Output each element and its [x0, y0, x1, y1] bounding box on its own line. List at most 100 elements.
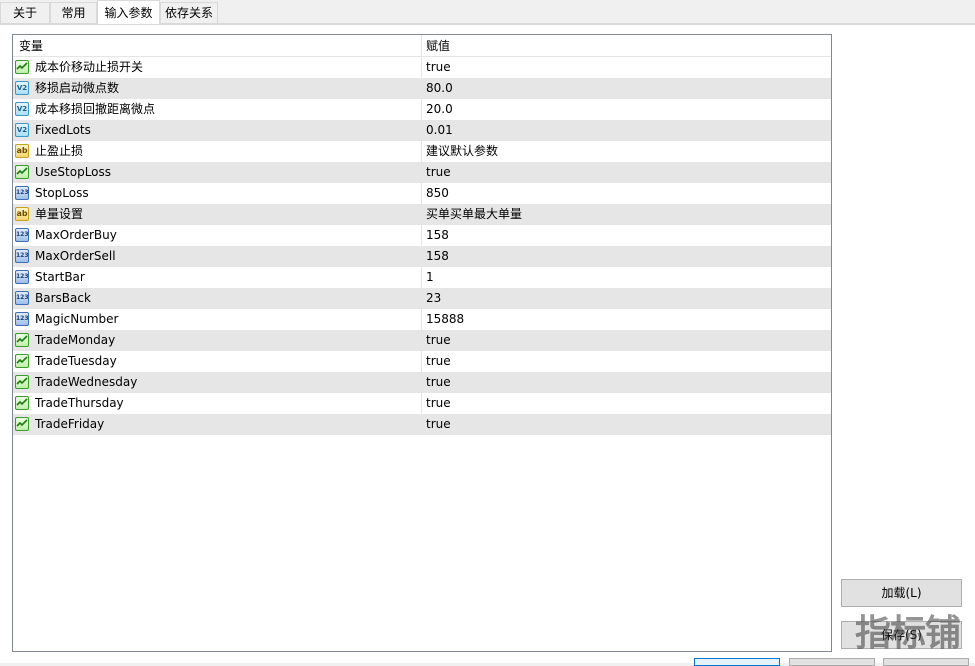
load-button[interactable]: 加载(L) [841, 579, 962, 607]
table-header: 变量 赋值 [13, 35, 831, 57]
int-type-icon: 123 [15, 249, 29, 263]
table-row[interactable]: 123 StopLoss 850 [13, 183, 831, 204]
tab-common[interactable]: 常用 [50, 2, 97, 23]
bool-type-icon [15, 165, 29, 179]
table-row[interactable]: ab 止盈止损 建议默认参数 [13, 141, 831, 162]
variable-cell: TradeWednesday [13, 372, 422, 393]
int-type-icon: 123 [15, 291, 29, 305]
double-type-icon: V2 [15, 123, 29, 137]
table-row[interactable]: ab 单量设置 买单买单最大单量 [13, 204, 831, 225]
variable-name: 单量设置 [35, 207, 84, 221]
value-cell[interactable]: 80.0 [426, 78, 453, 99]
value-cell[interactable]: true [426, 330, 451, 351]
table-row[interactable]: TradeFriday true [13, 414, 831, 435]
variable-name: BarsBack [35, 291, 91, 305]
variable-cell: ab 单量设置 [13, 204, 422, 225]
variable-name: StartBar [35, 270, 85, 284]
value-cell[interactable]: 0.01 [426, 120, 453, 141]
table-row[interactable]: TradeThursday true [13, 393, 831, 414]
column-header-value[interactable]: 赋值 [422, 35, 831, 56]
variable-name: StopLoss [35, 186, 89, 200]
variable-name: TradeThursday [35, 396, 124, 410]
variable-cell: V2 成本移损回撤距离微点 [13, 99, 422, 120]
column-header-variable[interactable]: 变量 [13, 35, 422, 56]
value-cell[interactable]: true [426, 393, 451, 414]
ok-button[interactable] [694, 658, 780, 666]
table-row[interactable]: V2 移损启动微点数 80.0 [13, 78, 831, 99]
variable-cell: V2 FixedLots [13, 120, 422, 141]
variable-cell: 成本价移动止损开关 [13, 57, 422, 78]
value-cell[interactable]: 850 [426, 183, 449, 204]
variable-cell: UseStopLoss [13, 162, 422, 183]
tab-dependencies[interactable]: 依存关系 [160, 2, 218, 23]
variable-name: 成本价移动止损开关 [35, 60, 144, 74]
variable-cell: TradeFriday [13, 414, 422, 435]
value-cell[interactable]: true [426, 162, 451, 183]
table-row[interactable]: 123 BarsBack 23 [13, 288, 831, 309]
variable-cell: TradeTuesday [13, 351, 422, 372]
tab-about[interactable]: 关于 [0, 2, 50, 23]
variable-name: TradeFriday [35, 417, 105, 431]
variable-name: MaxOrderSell [35, 249, 116, 263]
value-cell[interactable]: 158 [426, 225, 449, 246]
save-button[interactable]: 保存(S) [841, 621, 962, 649]
variable-cell: 123 BarsBack [13, 288, 422, 309]
string-type-icon: ab [15, 207, 29, 221]
variable-name: TradeWednesday [35, 375, 138, 389]
bool-type-icon [15, 333, 29, 347]
variable-cell: TradeMonday [13, 330, 422, 351]
table-row[interactable]: UseStopLoss true [13, 162, 831, 183]
variable-cell: V2 移损启动微点数 [13, 78, 422, 99]
value-cell[interactable]: 158 [426, 246, 449, 267]
value-cell[interactable]: 15888 [426, 309, 464, 330]
table-row[interactable]: 成本价移动止损开关 true [13, 57, 831, 78]
bool-type-icon [15, 375, 29, 389]
value-cell[interactable]: true [426, 351, 451, 372]
variable-cell: 123 MagicNumber [13, 309, 422, 330]
variable-name: 移损启动微点数 [35, 81, 120, 95]
value-cell[interactable]: 建议默认参数 [426, 141, 498, 162]
variable-cell: ab 止盈止损 [13, 141, 422, 162]
variable-cell: 123 StartBar [13, 267, 422, 288]
table-row[interactable]: 123 MaxOrderSell 158 [13, 246, 831, 267]
variable-name: TradeTuesday [35, 354, 117, 368]
table-row[interactable]: 123 MaxOrderBuy 158 [13, 225, 831, 246]
tab-inputs[interactable]: 输入参数 [97, 0, 160, 24]
value-cell[interactable]: true [426, 57, 451, 78]
variable-name: MagicNumber [35, 312, 119, 326]
variable-name: FixedLots [35, 123, 91, 137]
bool-type-icon [15, 417, 29, 431]
reset-button[interactable] [883, 658, 969, 666]
int-type-icon: 123 [15, 270, 29, 284]
cancel-button[interactable] [789, 658, 875, 666]
variable-name: MaxOrderBuy [35, 228, 117, 242]
value-cell[interactable]: 23 [426, 288, 441, 309]
parameters-table[interactable]: 变量 赋值 成本价移动止损开关 true V2 移损启动微点数 80.0 V2 成本移损回撤… [12, 34, 832, 652]
value-cell[interactable]: 买单买单最大单量 [426, 204, 522, 225]
table-row[interactable]: V2 FixedLots 0.01 [13, 120, 831, 141]
variable-cell: 123 StopLoss [13, 183, 422, 204]
bool-type-icon [15, 396, 29, 410]
variable-name: UseStopLoss [35, 165, 112, 179]
tab-bar: 关于 常用 输入参数 依存关系 [0, 0, 975, 24]
int-type-icon: 123 [15, 312, 29, 326]
table-row[interactable]: V2 成本移损回撤距离微点 20.0 [13, 99, 831, 120]
double-type-icon: V2 [15, 102, 29, 116]
table-row[interactable]: 123 MagicNumber 15888 [13, 309, 831, 330]
table-row[interactable]: TradeWednesday true [13, 372, 831, 393]
variable-cell: 123 MaxOrderSell [13, 246, 422, 267]
int-type-icon: 123 [15, 228, 29, 242]
value-cell[interactable]: 1 [426, 267, 434, 288]
table-row[interactable]: TradeMonday true [13, 330, 831, 351]
value-cell[interactable]: true [426, 414, 451, 435]
variable-name: 成本移损回撤距离微点 [35, 102, 156, 116]
value-cell[interactable]: 20.0 [426, 99, 453, 120]
int-type-icon: 123 [15, 186, 29, 200]
table-row[interactable]: TradeTuesday true [13, 351, 831, 372]
table-row[interactable]: 123 StartBar 1 [13, 267, 831, 288]
string-type-icon: ab [15, 144, 29, 158]
value-cell[interactable]: true [426, 372, 451, 393]
variable-cell: TradeThursday [13, 393, 422, 414]
bool-type-icon [15, 354, 29, 368]
variable-name: TradeMonday [35, 333, 116, 347]
